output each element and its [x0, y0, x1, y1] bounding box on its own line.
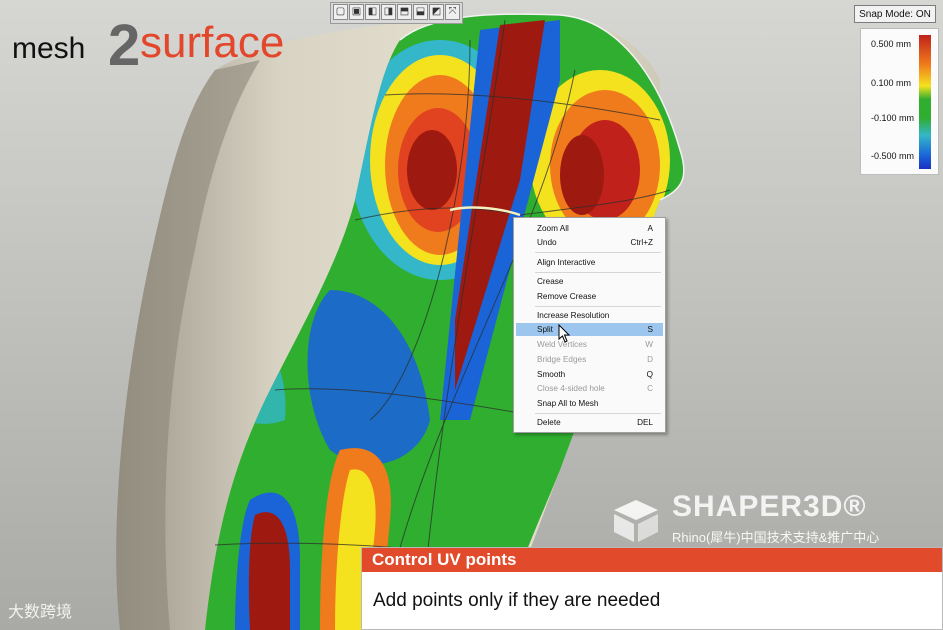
- view-bottom-icon[interactable]: ⬓: [413, 4, 428, 20]
- menu-label: Undo: [537, 238, 557, 247]
- menu-separator: [535, 252, 661, 253]
- view-toolbar: ▢ ▣ ◧ ◨ ⬒ ⬓ ◩ ⤧: [330, 2, 463, 24]
- menu-label: Zoom All: [537, 224, 569, 233]
- menu-shortcut: W: [645, 340, 653, 349]
- legend-label-upper: 0.100 mm: [871, 78, 912, 88]
- logo-mesh: mesh: [12, 32, 86, 65]
- mouse-cursor-icon: [558, 324, 571, 343]
- legend-label-high: 0.500 mm: [871, 39, 912, 49]
- view-front-icon[interactable]: ▢: [333, 4, 348, 20]
- view-right-icon[interactable]: ◨: [381, 4, 396, 20]
- corner-watermark: 大数跨境: [8, 598, 72, 622]
- snap-mode-toggle[interactable]: Snap Mode: ON: [854, 5, 936, 23]
- menu-separator: [535, 272, 661, 273]
- menu-item-close-4-sided-hole[interactable]: Close 4-sided hole C: [516, 382, 663, 395]
- menu-label: Crease: [537, 277, 564, 286]
- menu-item-undo[interactable]: Undo Ctrl+Z: [516, 236, 663, 249]
- menu-item-smooth[interactable]: Smooth Q: [516, 368, 663, 381]
- menu-label: Snap All to Mesh: [537, 399, 599, 408]
- caption-text: Add points only if they are needed: [373, 590, 661, 611]
- menu-shortcut: Ctrl+Z: [630, 238, 653, 247]
- menu-label: Split: [537, 325, 553, 334]
- menu-shortcut: D: [647, 355, 653, 364]
- menu-item-crease[interactable]: Crease: [516, 275, 663, 288]
- menu-item-snap-all-to-mesh[interactable]: Snap All to Mesh: [516, 397, 663, 410]
- view-top-icon[interactable]: ⬒: [397, 4, 412, 20]
- shaper3d-watermark: SHAPER3D® Rhino(犀牛)中国技术支持&推广中心: [610, 490, 940, 550]
- menu-label: Remove Crease: [537, 292, 597, 301]
- menu-shortcut: DEL: [637, 418, 653, 427]
- legend-label-lower: -0.100 mm: [871, 113, 915, 123]
- cube-logo-icon: [614, 500, 658, 542]
- view-back-icon[interactable]: ▣: [349, 4, 364, 20]
- view-axes-icon[interactable]: ⤧: [445, 4, 460, 20]
- menu-separator: [535, 306, 661, 307]
- brand-name: SHAPER3D®: [672, 490, 867, 523]
- menu-label: Bridge Edges: [537, 355, 587, 364]
- menu-item-zoom-all[interactable]: Zoom All A: [516, 222, 663, 235]
- logo-two: 2: [108, 13, 141, 78]
- brand-subtitle: Rhino(犀牛)中国技术支持&推广中心: [672, 530, 880, 545]
- view-left-icon[interactable]: ◧: [365, 4, 380, 20]
- legend-color-bar: [919, 35, 931, 169]
- menu-separator: [535, 413, 661, 414]
- menu-label: Close 4-sided hole: [537, 384, 605, 393]
- menu-label: Increase Resolution: [537, 311, 610, 320]
- view-iso-icon[interactable]: ◩: [429, 4, 444, 20]
- menu-item-remove-crease[interactable]: Remove Crease: [516, 290, 663, 303]
- legend-label-low: -0.500 mm: [871, 151, 915, 161]
- menu-item-bridge-edges[interactable]: Bridge Edges D: [516, 353, 663, 366]
- menu-item-align-interactive[interactable]: Align Interactive: [516, 256, 663, 269]
- menu-item-increase-resolution[interactable]: Increase Resolution: [516, 309, 663, 322]
- deviation-legend: 0.500 mm 0.100 mm -0.100 mm -0.500 mm: [860, 28, 939, 175]
- menu-item-split[interactable]: Split S: [516, 323, 663, 336]
- caption-title: Control UV points: [362, 548, 942, 572]
- menu-shortcut: S: [647, 325, 653, 334]
- menu-item-delete[interactable]: Delete DEL: [516, 416, 663, 429]
- menu-shortcut: C: [647, 384, 653, 393]
- logo-surface: surface: [140, 18, 285, 67]
- menu-label: Align Interactive: [537, 258, 596, 267]
- menu-label: Smooth: [537, 370, 566, 379]
- menu-item-weld-vertices[interactable]: Weld Vertices W: [516, 338, 663, 351]
- menu-label: Delete: [537, 418, 561, 427]
- context-menu: Zoom All A Undo Ctrl+Z Align Interactive…: [513, 217, 666, 433]
- tutorial-caption: Control UV points Add points only if the…: [361, 547, 943, 630]
- menu-shortcut: Q: [646, 370, 653, 379]
- menu-shortcut: A: [647, 224, 653, 233]
- mesh2surface-logo: mesh 2 surface: [12, 10, 332, 80]
- corner-watermark-text: 大数跨境: [8, 604, 73, 621]
